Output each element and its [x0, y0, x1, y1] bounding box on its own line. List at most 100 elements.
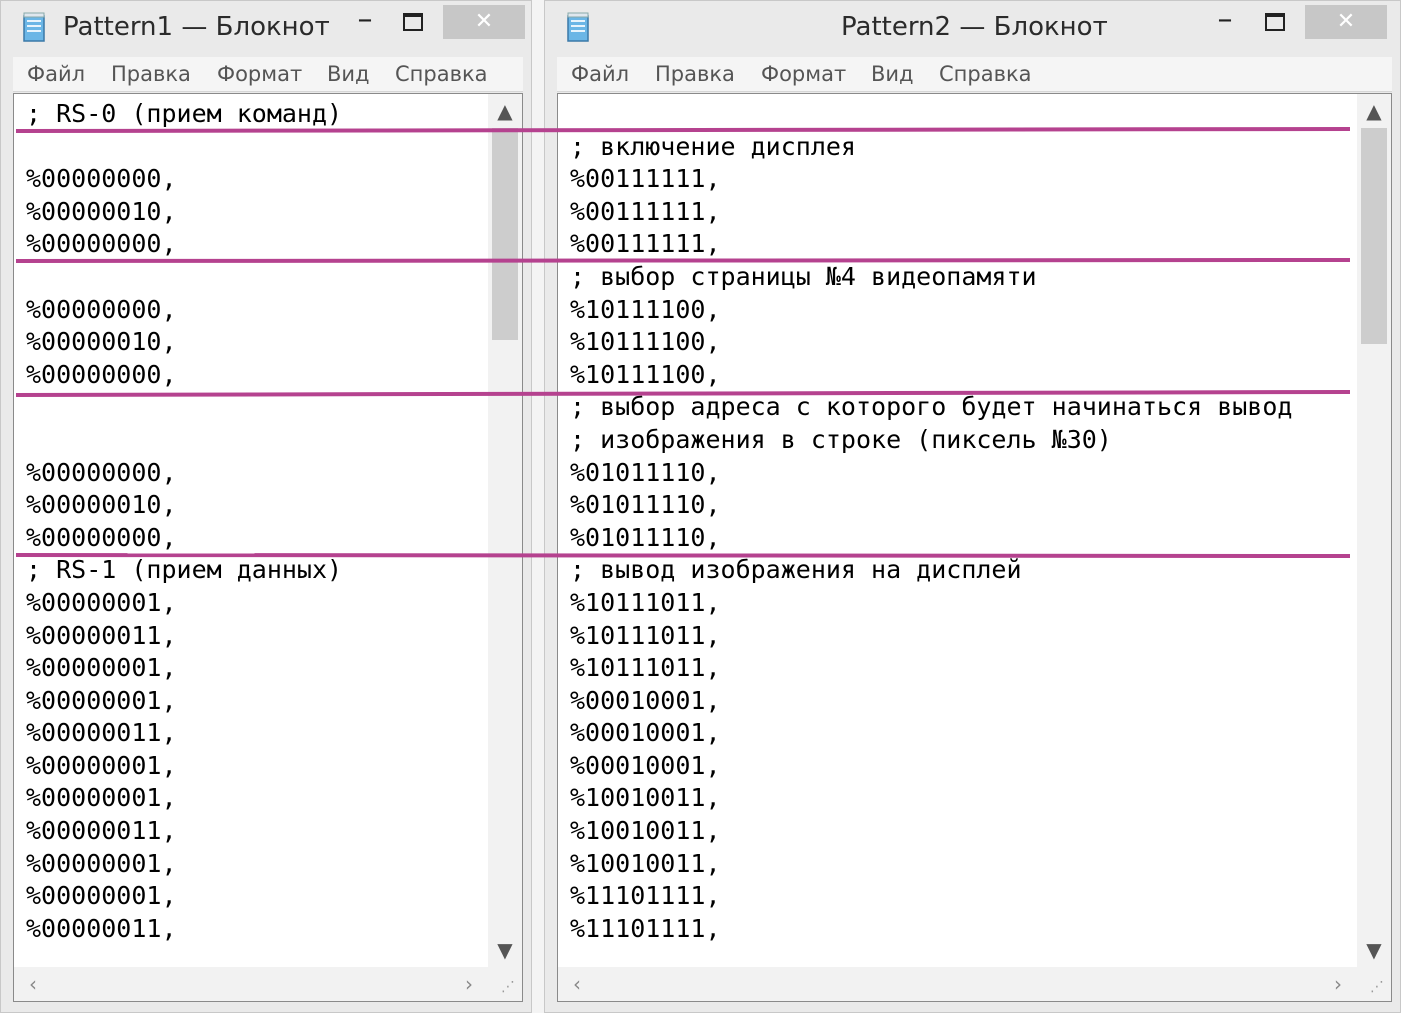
- editor-text[interactable]: ; включение дисплея %00111111, %00111111,%…: [570, 98, 1292, 945]
- text-line[interactable]: %00010001,: [570, 750, 1292, 783]
- text-line[interactable]: ; вывод изображения на дисплей: [570, 554, 1292, 587]
- text-line[interactable]: ; RS-1 (прием данных): [26, 554, 342, 587]
- scroll-right-icon[interactable]: ›: [454, 969, 484, 999]
- text-line[interactable]: [26, 131, 342, 164]
- horizontal-scrollbar[interactable]: ‹ › ⋰: [558, 967, 1391, 1001]
- text-line[interactable]: %00000001,: [26, 880, 342, 913]
- window-title: Pattern1 — Блокнот: [63, 12, 330, 42]
- text-line[interactable]: ; изображения в строке (пиксель №30): [570, 424, 1292, 457]
- vertical-scrollbar[interactable]: ▲ ▼: [488, 94, 522, 967]
- menu-help[interactable]: Справка: [939, 57, 1032, 91]
- text-line[interactable]: %00010001,: [570, 685, 1292, 718]
- text-line[interactable]: %00000011,: [26, 913, 342, 946]
- text-line[interactable]: %00111111,: [570, 163, 1292, 196]
- scroll-up-icon[interactable]: ▲: [1357, 96, 1391, 126]
- minimize-button[interactable]: –: [345, 5, 385, 39]
- text-line[interactable]: %10010011,: [570, 815, 1292, 848]
- text-line[interactable]: %00000001,: [26, 587, 342, 620]
- text-line[interactable]: %10111011,: [570, 652, 1292, 685]
- scroll-thumb[interactable]: [492, 128, 518, 340]
- maximize-icon: [403, 13, 423, 31]
- menu-edit[interactable]: Правка: [111, 57, 191, 91]
- notepad-icon: [23, 12, 45, 42]
- scroll-down-icon[interactable]: ▼: [488, 935, 522, 965]
- notepad-window-pattern1: Pattern1 — Блокнот – ✕ Файл Правка Форма…: [0, 0, 532, 1013]
- text-line[interactable]: %00010001,: [570, 717, 1292, 750]
- scroll-down-icon[interactable]: ▼: [1357, 935, 1391, 965]
- text-line[interactable]: ; включение дисплея: [570, 131, 1292, 164]
- text-line[interactable]: %00000011,: [26, 815, 342, 848]
- text-line[interactable]: ; выбор страницы №4 видеопамяти: [570, 261, 1292, 294]
- window-divider: [532, 0, 544, 1013]
- menu-file[interactable]: Файл: [27, 57, 85, 91]
- text-line[interactable]: %00000001,: [26, 848, 342, 881]
- maximize-icon: [1265, 13, 1285, 31]
- text-line[interactable]: %00000000,: [26, 522, 342, 555]
- menu-view[interactable]: Вид: [871, 57, 914, 91]
- text-editor[interactable]: ; включение дисплея %00111111, %00111111,%…: [557, 93, 1392, 1002]
- text-line[interactable]: %00000011,: [26, 717, 342, 750]
- maximize-button[interactable]: [1255, 5, 1295, 39]
- scroll-left-icon[interactable]: ‹: [18, 969, 48, 999]
- text-line[interactable]: %00111111,: [570, 228, 1292, 261]
- menu-edit[interactable]: Правка: [655, 57, 735, 91]
- scroll-right-icon[interactable]: ›: [1323, 969, 1353, 999]
- text-line[interactable]: ; выбор адреса с которого будет начинать…: [570, 391, 1292, 424]
- close-button[interactable]: ✕: [1305, 5, 1387, 39]
- text-line[interactable]: %10111100,: [570, 359, 1292, 392]
- text-line[interactable]: %10111011,: [570, 587, 1292, 620]
- text-line[interactable]: %01011110,: [570, 522, 1292, 555]
- text-line[interactable]: %01011110,: [570, 489, 1292, 522]
- scroll-thumb[interactable]: [1361, 128, 1387, 344]
- text-line[interactable]: %00000000,: [26, 457, 342, 490]
- text-line[interactable]: %00000011,: [26, 620, 342, 653]
- text-line[interactable]: %10010011,: [570, 848, 1292, 881]
- text-line[interactable]: [26, 391, 342, 424]
- text-line[interactable]: %11101111,: [570, 880, 1292, 913]
- text-line[interactable]: %00000000,: [26, 228, 342, 261]
- notepad-icon: [567, 12, 589, 42]
- resize-grip-icon[interactable]: ⋰: [498, 977, 518, 997]
- scroll-left-icon[interactable]: ‹: [562, 969, 592, 999]
- text-line[interactable]: [26, 261, 342, 294]
- menu-format[interactable]: Формат: [761, 57, 846, 91]
- menu-format[interactable]: Формат: [217, 57, 302, 91]
- text-line[interactable]: %00000000,: [26, 294, 342, 327]
- text-line[interactable]: %00000000,: [26, 359, 342, 392]
- vertical-scrollbar[interactable]: ▲ ▼: [1357, 94, 1391, 967]
- text-line[interactable]: %01011110,: [570, 457, 1292, 490]
- text-line[interactable]: [26, 424, 342, 457]
- text-line[interactable]: %00000001,: [26, 750, 342, 783]
- text-line[interactable]: %00000001,: [26, 685, 342, 718]
- minimize-button[interactable]: –: [1205, 5, 1245, 39]
- text-line[interactable]: %10111100,: [570, 326, 1292, 359]
- close-button[interactable]: ✕: [443, 5, 525, 39]
- text-line[interactable]: %10111100,: [570, 294, 1292, 327]
- text-line[interactable]: %00000001,: [26, 782, 342, 815]
- scroll-up-icon[interactable]: ▲: [488, 96, 522, 126]
- title-bar[interactable]: Pattern1 — Блокнот – ✕: [1, 1, 531, 53]
- title-bar[interactable]: Pattern2 — Блокнот – ✕: [545, 1, 1400, 53]
- text-line[interactable]: ; RS-0 (прием команд): [26, 98, 342, 131]
- notepad-window-pattern2: Pattern2 — Блокнот – ✕ Файл Правка Форма…: [544, 0, 1401, 1013]
- text-line[interactable]: %00000010,: [26, 489, 342, 522]
- text-editor[interactable]: ; RS-0 (прием команд) %00000000, %00000010…: [13, 93, 523, 1002]
- editor-text[interactable]: ; RS-0 (прием команд) %00000000, %00000010…: [26, 98, 342, 945]
- text-line[interactable]: %00000001,: [26, 652, 342, 685]
- text-line[interactable]: %10111011,: [570, 620, 1292, 653]
- resize-grip-icon[interactable]: ⋰: [1367, 977, 1387, 997]
- menu-help[interactable]: Справка: [395, 57, 488, 91]
- text-line[interactable]: %10010011,: [570, 782, 1292, 815]
- text-line[interactable]: [570, 98, 1292, 131]
- maximize-button[interactable]: [393, 5, 433, 39]
- text-line[interactable]: %11101111,: [570, 913, 1292, 946]
- menu-file[interactable]: Файл: [571, 57, 629, 91]
- horizontal-scrollbar[interactable]: ‹ › ⋰: [14, 967, 522, 1001]
- text-line[interactable]: %00000010,: [26, 196, 342, 229]
- menu-bar: Файл Правка Формат Вид Справка: [13, 57, 523, 92]
- text-line[interactable]: %00000000,: [26, 163, 342, 196]
- text-line[interactable]: %00111111,: [570, 196, 1292, 229]
- window-title: Pattern2 — Блокнот: [841, 12, 1108, 42]
- text-line[interactable]: %00000010,: [26, 326, 342, 359]
- menu-view[interactable]: Вид: [327, 57, 370, 91]
